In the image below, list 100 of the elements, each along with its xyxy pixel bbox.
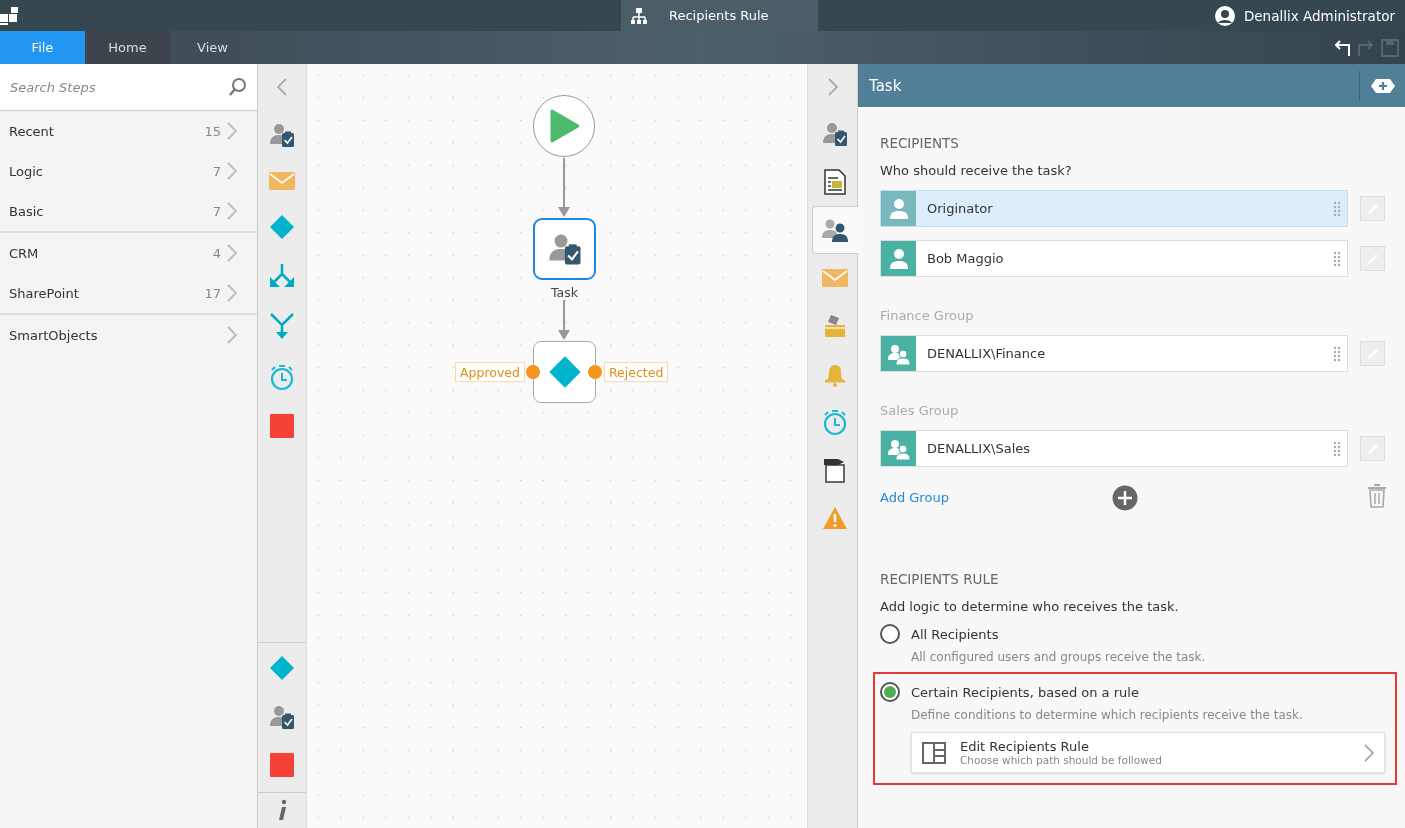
edit-button[interactable] <box>1360 246 1385 271</box>
connector-arrow <box>558 157 570 217</box>
recipient-entry[interactable]: DENALLIX\Finance <box>880 335 1348 372</box>
recipient-entry[interactable]: DENALLIX\Sales <box>880 430 1348 467</box>
category-count: 15 <box>204 123 221 139</box>
question-text: Who should receive the task? <box>880 163 1073 178</box>
recipient-entry[interactable]: Bob Maggio <box>880 240 1348 277</box>
timer-icon <box>822 408 848 436</box>
layout-icon <box>922 741 946 764</box>
document-icon <box>824 169 846 195</box>
category-item[interactable]: Recent 15 <box>0 111 257 151</box>
undo-icon <box>1333 38 1351 57</box>
document-title: Recipients Rule <box>669 8 769 23</box>
envelope-icon[interactable] <box>269 171 295 191</box>
category-item[interactable]: SmartObjects <box>0 315 257 355</box>
add-tag-icon <box>1369 77 1396 94</box>
chevron-right-icon <box>227 326 237 344</box>
task-icon[interactable] <box>269 122 295 148</box>
action-subtitle: Choose which path should be followed <box>960 754 1163 766</box>
radio-button[interactable] <box>880 682 900 702</box>
drag-handle-icon <box>1333 440 1341 457</box>
task-node[interactable] <box>533 218 596 280</box>
outcome-port[interactable] <box>526 365 540 379</box>
chevron-right-icon <box>827 78 838 96</box>
envelope-icon <box>822 268 848 288</box>
user-avatar-icon <box>1213 4 1236 27</box>
chevron-right-icon <box>227 122 237 140</box>
category-item[interactable]: CRM 4 <box>0 233 257 273</box>
recipient-entry[interactable]: Originator <box>880 190 1348 227</box>
chevron-right-icon <box>227 162 237 180</box>
edit-rule-button[interactable]: Edit Recipients Rule Choose which path should be followed <box>911 732 1385 773</box>
outcome-port[interactable] <box>588 365 602 379</box>
radio-button[interactable] <box>880 624 900 644</box>
play-icon <box>549 109 579 143</box>
user-name[interactable]: Denallix Administrator <box>1243 7 1395 24</box>
node-label: Task <box>550 285 579 300</box>
action-title: Edit Recipients Rule <box>960 739 1090 754</box>
document-tab[interactable]: Recipients Rule <box>621 0 818 31</box>
task-icon <box>822 121 848 147</box>
category-item[interactable]: Logic 7 <box>0 151 257 191</box>
trash-icon[interactable] <box>1367 484 1387 508</box>
chevron-left-icon <box>277 78 287 96</box>
option-label: Certain Recipients, based on a rule <box>911 684 1139 700</box>
task-icon[interactable] <box>269 704 295 730</box>
drag-handle-icon <box>1333 200 1341 217</box>
warning-icon <box>822 506 848 530</box>
category-label: SmartObjects <box>9 327 99 343</box>
category-item[interactable]: SharePoint 17 <box>0 273 257 313</box>
apps-grid-icon <box>0 6 18 25</box>
chevron-right-icon <box>227 202 237 220</box>
split-arrows-icon[interactable] <box>269 263 295 289</box>
outcome-label: Approved <box>455 362 525 382</box>
drag-handle-icon <box>1333 345 1341 362</box>
task-icon <box>547 232 582 266</box>
group-icon <box>886 342 911 365</box>
diamond-icon <box>547 355 582 389</box>
chevron-right-icon <box>227 284 237 302</box>
chevron-right-icon <box>1364 743 1374 762</box>
info-icon <box>276 799 288 821</box>
category-label: CRM <box>9 245 40 261</box>
timer-icon[interactable] <box>269 363 295 391</box>
section-heading: RECIPIENTS <box>880 135 960 151</box>
decision-node[interactable] <box>533 341 596 403</box>
search-field[interactable]: Search Steps <box>0 64 257 111</box>
panel-title: Task <box>869 76 903 95</box>
category-count: 17 <box>204 285 221 301</box>
box-icon <box>823 313 847 339</box>
people-icon <box>821 218 849 242</box>
user-icon <box>888 197 909 220</box>
chevron-right-icon <box>227 244 237 262</box>
ribbon-tab[interactable]: View <box>170 31 255 64</box>
diamond-icon[interactable] <box>269 214 295 240</box>
category-count: 7 <box>212 203 221 219</box>
recipient-name: Bob Maggio <box>926 251 1005 266</box>
diamond-icon[interactable] <box>269 655 295 681</box>
side-tab[interactable] <box>811 206 858 254</box>
category-label: Logic <box>9 163 44 179</box>
category-count: 7 <box>212 163 221 179</box>
section-heading: RECIPIENTS RULE <box>880 571 1000 587</box>
rule-description: Add logic to determine who receives the task. <box>880 599 1180 614</box>
user-icon <box>888 247 909 270</box>
drag-handle-icon <box>1333 250 1341 267</box>
group-label: Sales Group <box>880 403 960 418</box>
add-circle-icon[interactable] <box>1112 484 1138 511</box>
edit-button[interactable] <box>1360 196 1385 221</box>
category-count: 4 <box>212 245 221 261</box>
edit-button[interactable] <box>1360 436 1385 461</box>
group-label: Finance Group <box>880 308 975 323</box>
category-item[interactable]: Basic 7 <box>0 191 257 231</box>
group-icon <box>886 437 911 460</box>
ribbon-tab[interactable]: Home <box>85 31 170 64</box>
category-label: Recent <box>9 123 55 139</box>
recipient-name: DENALLIX\Finance <box>926 346 1047 361</box>
recipient-name: Originator <box>926 201 994 216</box>
option-label: All Recipients <box>911 626 999 642</box>
edit-button[interactable] <box>1360 341 1385 366</box>
add-group-link[interactable]: Add Group <box>880 490 1112 505</box>
redo-icon <box>1357 38 1375 57</box>
connector-arrow <box>558 299 570 340</box>
merge-arrows-icon[interactable] <box>269 312 295 340</box>
